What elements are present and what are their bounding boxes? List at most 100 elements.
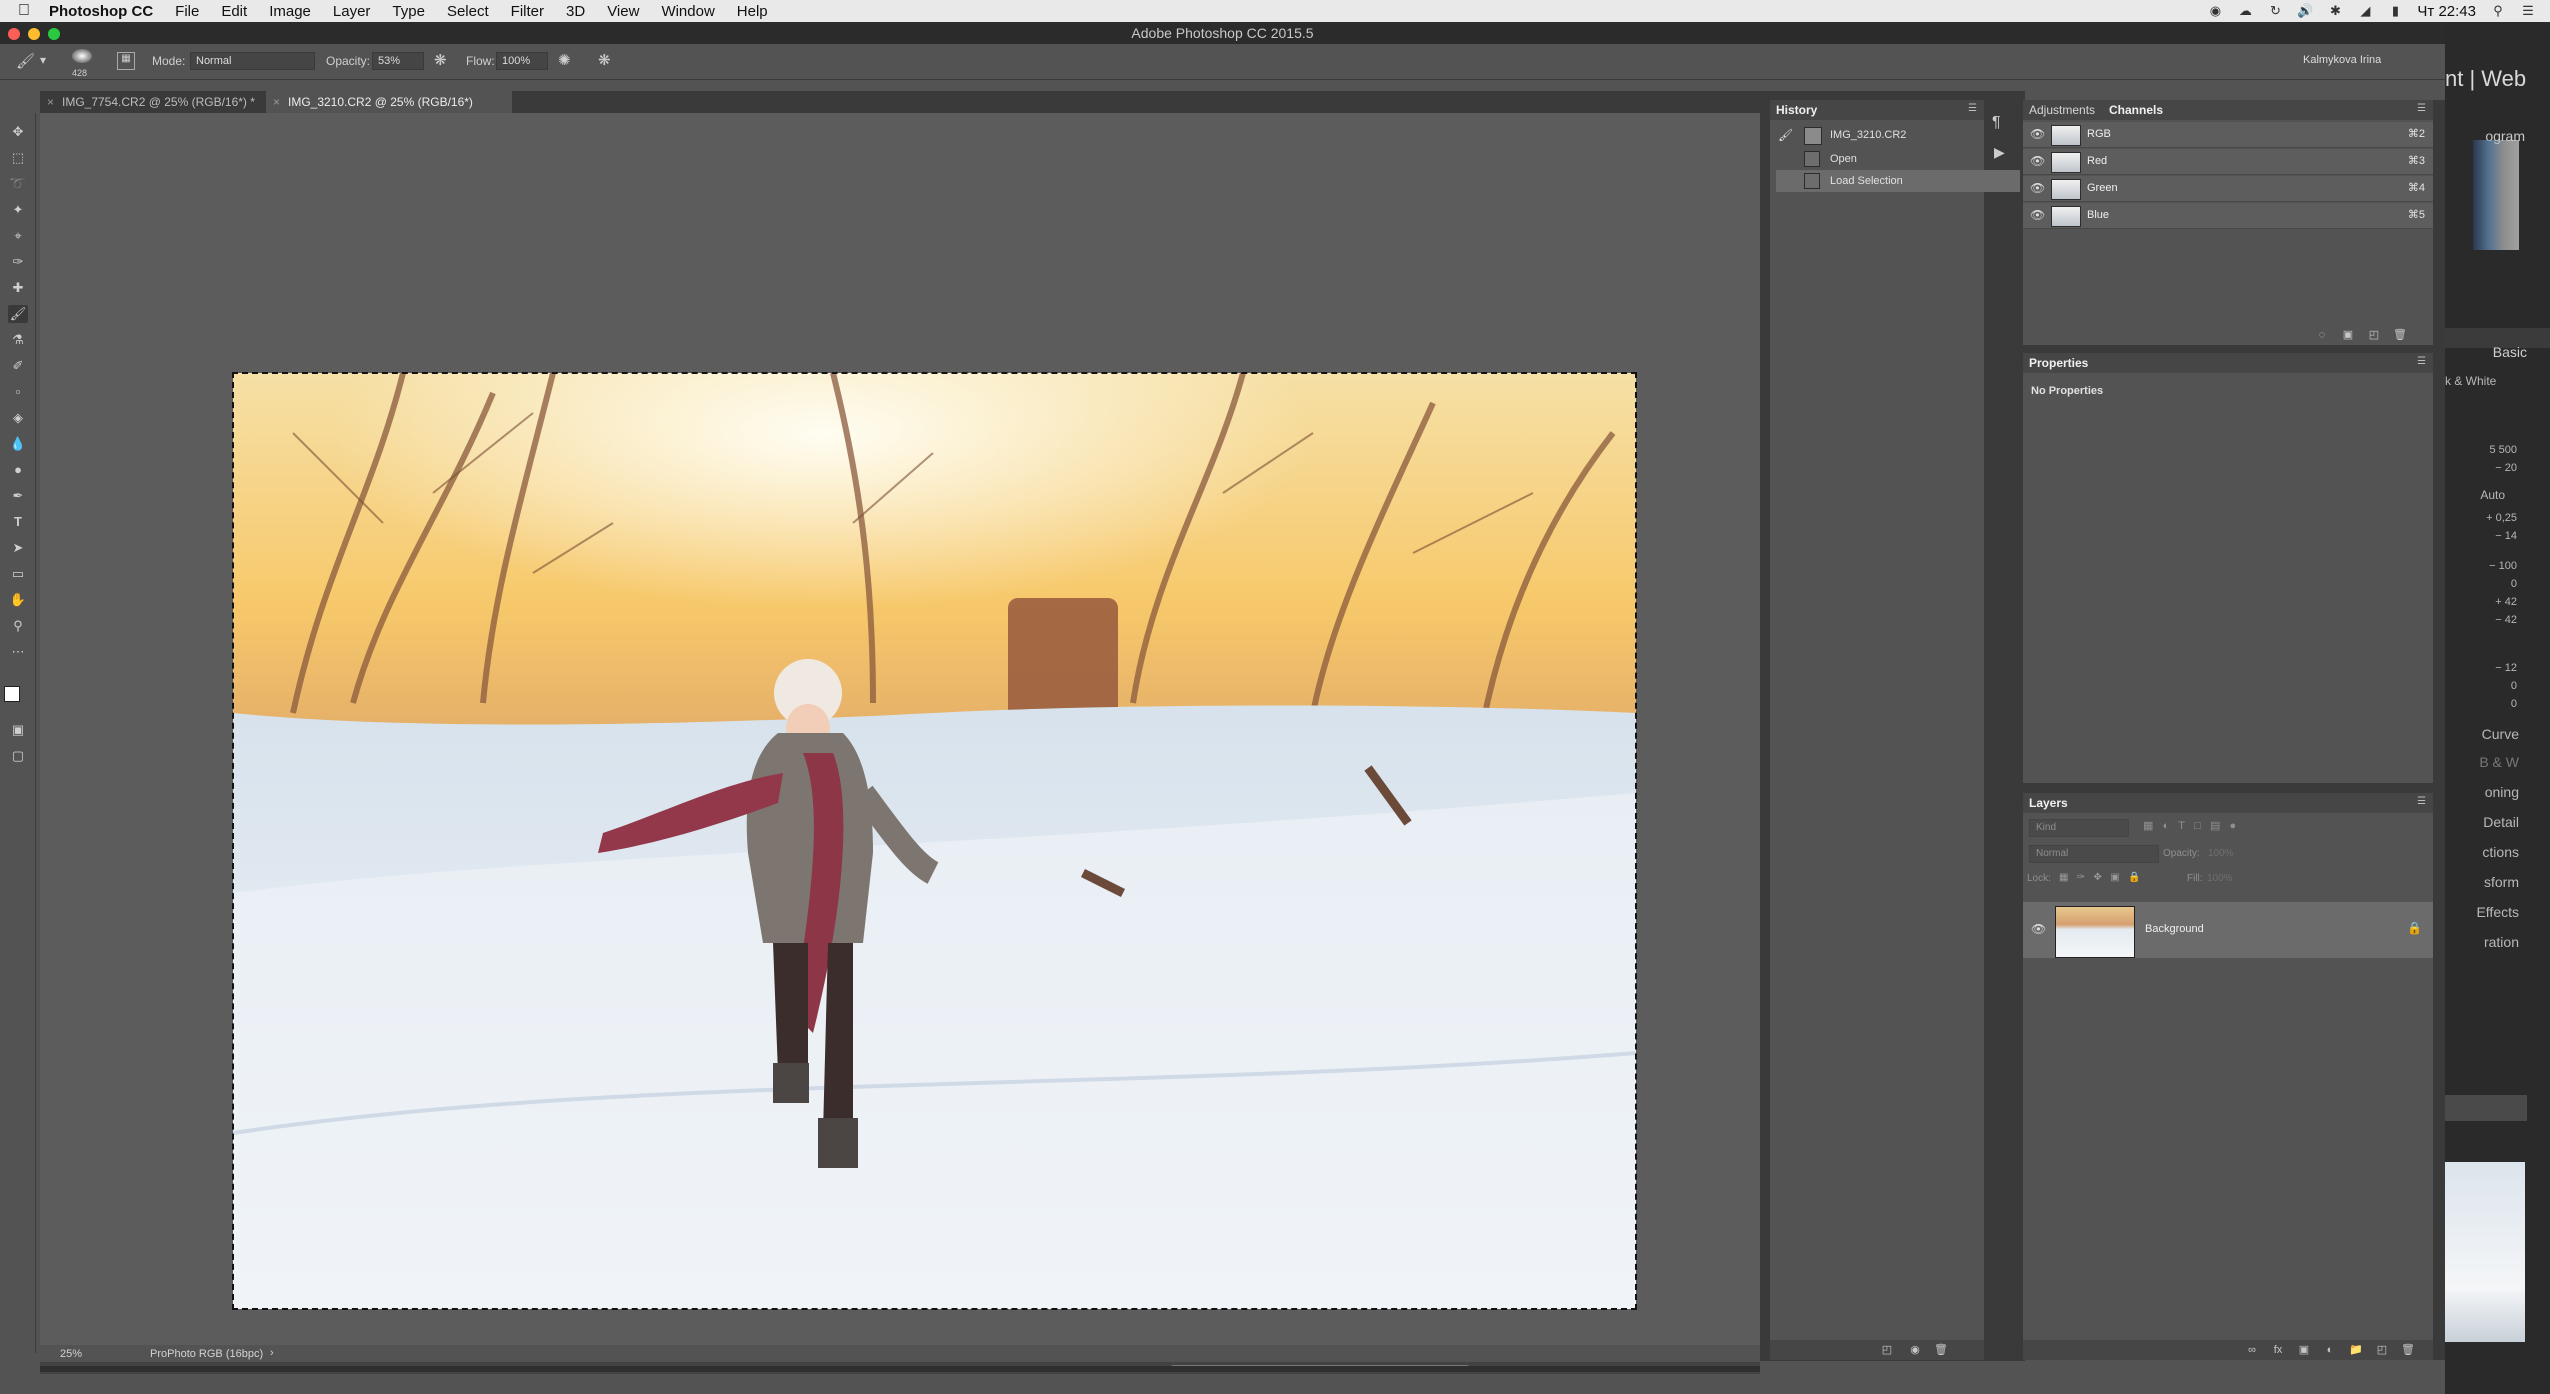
crop-tool-icon[interactable]: ⌖ (8, 227, 28, 245)
visibility-eye-icon[interactable]: 👁 (2030, 122, 2045, 147)
lr-section-bw[interactable]: B & W (2445, 754, 2545, 770)
tab-img-7754[interactable]: × IMG_7754.CR2 @ 25% (RGB/16*) * (40, 91, 296, 113)
history-panel-title[interactable]: History (1776, 103, 1817, 117)
menu-filter[interactable]: Filter (500, 3, 555, 20)
marquee-tool-icon[interactable]: ⬚ (8, 149, 28, 167)
dodge-tool-icon[interactable]: ● (8, 461, 28, 479)
eraser-tool-icon[interactable]: ▫ (8, 383, 28, 401)
chevron-right-icon[interactable]: › (270, 1347, 274, 1359)
new-document-from-state-icon[interactable]: ◰ (1880, 1344, 1894, 1356)
pixel-filter-icon[interactable]: ▦ (2143, 820, 2153, 832)
lr-section-effects[interactable]: Effects (2445, 904, 2545, 920)
lightroom-module-picker[interactable]: nt | Web (2445, 66, 2550, 96)
actions-panel-icon[interactable]: ▶ (1994, 144, 2005, 161)
airbrush-icon[interactable]: ✺ (558, 51, 571, 69)
lr-section-transform[interactable]: sform (2445, 874, 2545, 890)
layers-panel-title[interactable]: Layers (2029, 796, 2068, 810)
healing-brush-tool-icon[interactable]: ✚ (8, 279, 28, 297)
lr-auto-button[interactable]: Auto (2445, 488, 2505, 502)
rectangle-tool-icon[interactable]: ▭ (8, 565, 28, 583)
panel-menu-icon[interactable]: ☰ (1968, 104, 1978, 114)
chevron-down-icon[interactable]: ▾ (40, 53, 46, 67)
volume-icon[interactable]: 🔊 (2297, 3, 2313, 18)
tab-channels[interactable]: Channels (2109, 103, 2163, 117)
zoom-tool-icon[interactable]: ⚲ (8, 617, 28, 635)
new-group-icon[interactable]: 📁 (2349, 1344, 2363, 1356)
panel-menu-icon[interactable]: ☰ (2417, 104, 2427, 114)
workspace-switcher[interactable]: Kalmykova Irina (2298, 52, 2438, 70)
smart-object-filter-icon[interactable]: ▤ (2210, 820, 2220, 832)
brush-preset-icon[interactable] (72, 49, 92, 63)
close-tab-icon[interactable]: × (47, 91, 54, 113)
layer-filter-kind[interactable]: Kind (2029, 819, 2129, 837)
quick-mask-icon[interactable]: ▣ (8, 721, 28, 739)
lock-transparent-icon[interactable]: ▦ (2059, 872, 2068, 883)
link-layers-icon[interactable]: ∞ (2245, 1344, 2259, 1356)
paragraph-panel-icon[interactable]: ¶ (1992, 114, 2001, 132)
clock[interactable]: Чт 22:43 (2417, 3, 2476, 20)
list-icon[interactable]: ☰ (2520, 3, 2536, 18)
lasso-tool-icon[interactable]: ➰ (8, 175, 28, 193)
new-snapshot-icon[interactable]: ◉ (1908, 1344, 1922, 1356)
delete-state-icon[interactable]: 🗑 (1934, 1344, 1948, 1356)
opacity-input[interactable]: 53% (372, 52, 424, 70)
quick-select-tool-icon[interactable]: ✦ (8, 201, 28, 219)
tab-img-3210[interactable]: × IMG_3210.CR2 @ 25% (RGB/16*) (266, 91, 512, 113)
move-tool-icon[interactable]: ✥ (8, 123, 28, 141)
cloud-icon[interactable]: ☁ (2237, 3, 2253, 18)
blend-mode-select[interactable]: Normal (2029, 845, 2159, 863)
menu-3d[interactable]: 3D (555, 3, 596, 20)
mode-select[interactable]: Normal (190, 52, 315, 70)
more-tools-icon[interactable]: ⋯ (8, 643, 28, 661)
filter-toggle-icon[interactable]: ● (2230, 820, 2237, 832)
apple-menu-icon[interactable]:  (0, 2, 41, 20)
bluetooth-icon[interactable]: ✱ (2327, 3, 2343, 18)
lock-all-icon[interactable]: 🔒 (2128, 872, 2140, 883)
panel-menu-icon[interactable]: ☰ (2417, 797, 2427, 807)
new-layer-icon[interactable]: ◰ (2375, 1344, 2389, 1356)
lr-basic-header[interactable]: Basic (2445, 344, 2545, 360)
menu-help[interactable]: Help (726, 3, 779, 20)
sync-icon[interactable]: ↻ (2267, 3, 2283, 18)
close-tab-icon[interactable]: × (273, 91, 280, 113)
document-profile[interactable]: ProPhoto RGB (16bpc) (150, 1348, 263, 1360)
layer-style-icon[interactable]: fx (2271, 1344, 2285, 1356)
screen-mode-icon[interactable]: ▢ (8, 747, 28, 765)
adjustment-filter-icon[interactable]: ◐ (2163, 820, 2170, 832)
visibility-eye-icon[interactable]: 👁 (2030, 149, 2045, 174)
minimize-window-button[interactable] (28, 28, 40, 40)
brush-tool-icon[interactable]: 🖌 (16, 52, 35, 70)
tab-adjustments[interactable]: Adjustments (2029, 103, 2095, 117)
lock-icon[interactable]: 🔒 (2407, 921, 2422, 935)
lr-section-corrections[interactable]: ctions (2445, 844, 2545, 860)
app-menu[interactable]: Photoshop CC (41, 3, 164, 20)
load-channel-selection-icon[interactable]: ◌ (2315, 329, 2329, 341)
menu-edit[interactable]: Edit (210, 3, 258, 20)
lock-image-icon[interactable]: ✑ (2077, 872, 2085, 883)
delete-layer-icon[interactable]: 🗑 (2401, 1344, 2415, 1356)
zoom-window-button[interactable] (48, 28, 60, 40)
lr-filmstrip-thumbnail[interactable] (2445, 1162, 2525, 1342)
pressure-size-icon[interactable]: ❋ (598, 51, 611, 69)
zoom-level[interactable]: 25% (60, 1348, 82, 1360)
lock-artboard-icon[interactable]: ▣ (2110, 872, 2119, 883)
menu-view[interactable]: View (596, 3, 650, 20)
battery-icon[interactable]: ▮ (2387, 3, 2403, 18)
channel-row-red[interactable]: 👁 Red ⌘3 (2023, 149, 2433, 175)
history-brush-source-icon[interactable]: 🖌 (1778, 124, 1793, 146)
lr-section-calibration[interactable]: ration (2445, 934, 2545, 950)
save-selection-channel-icon[interactable]: ▣ (2341, 329, 2355, 341)
delete-channel-icon[interactable]: 🗑 (2393, 329, 2407, 341)
blur-tool-icon[interactable]: 💧 (8, 435, 28, 453)
adjustment-layer-icon[interactable]: ◐ (2323, 1344, 2337, 1356)
shape-filter-icon[interactable]: □ (2194, 820, 2201, 832)
brush-panel-icon[interactable]: ▦ (117, 52, 135, 70)
menu-select[interactable]: Select (436, 3, 500, 20)
properties-panel-title[interactable]: Properties (2029, 356, 2088, 370)
pressure-opacity-icon[interactable]: ❋ (434, 51, 447, 69)
close-window-button[interactable] (8, 28, 20, 40)
new-channel-icon[interactable]: ◰ (2367, 329, 2381, 341)
menu-window[interactable]: Window (650, 3, 725, 20)
layer-row-background[interactable]: 👁 Background 🔒 (2023, 901, 2433, 959)
panel-menu-icon[interactable]: ☰ (2417, 357, 2427, 367)
